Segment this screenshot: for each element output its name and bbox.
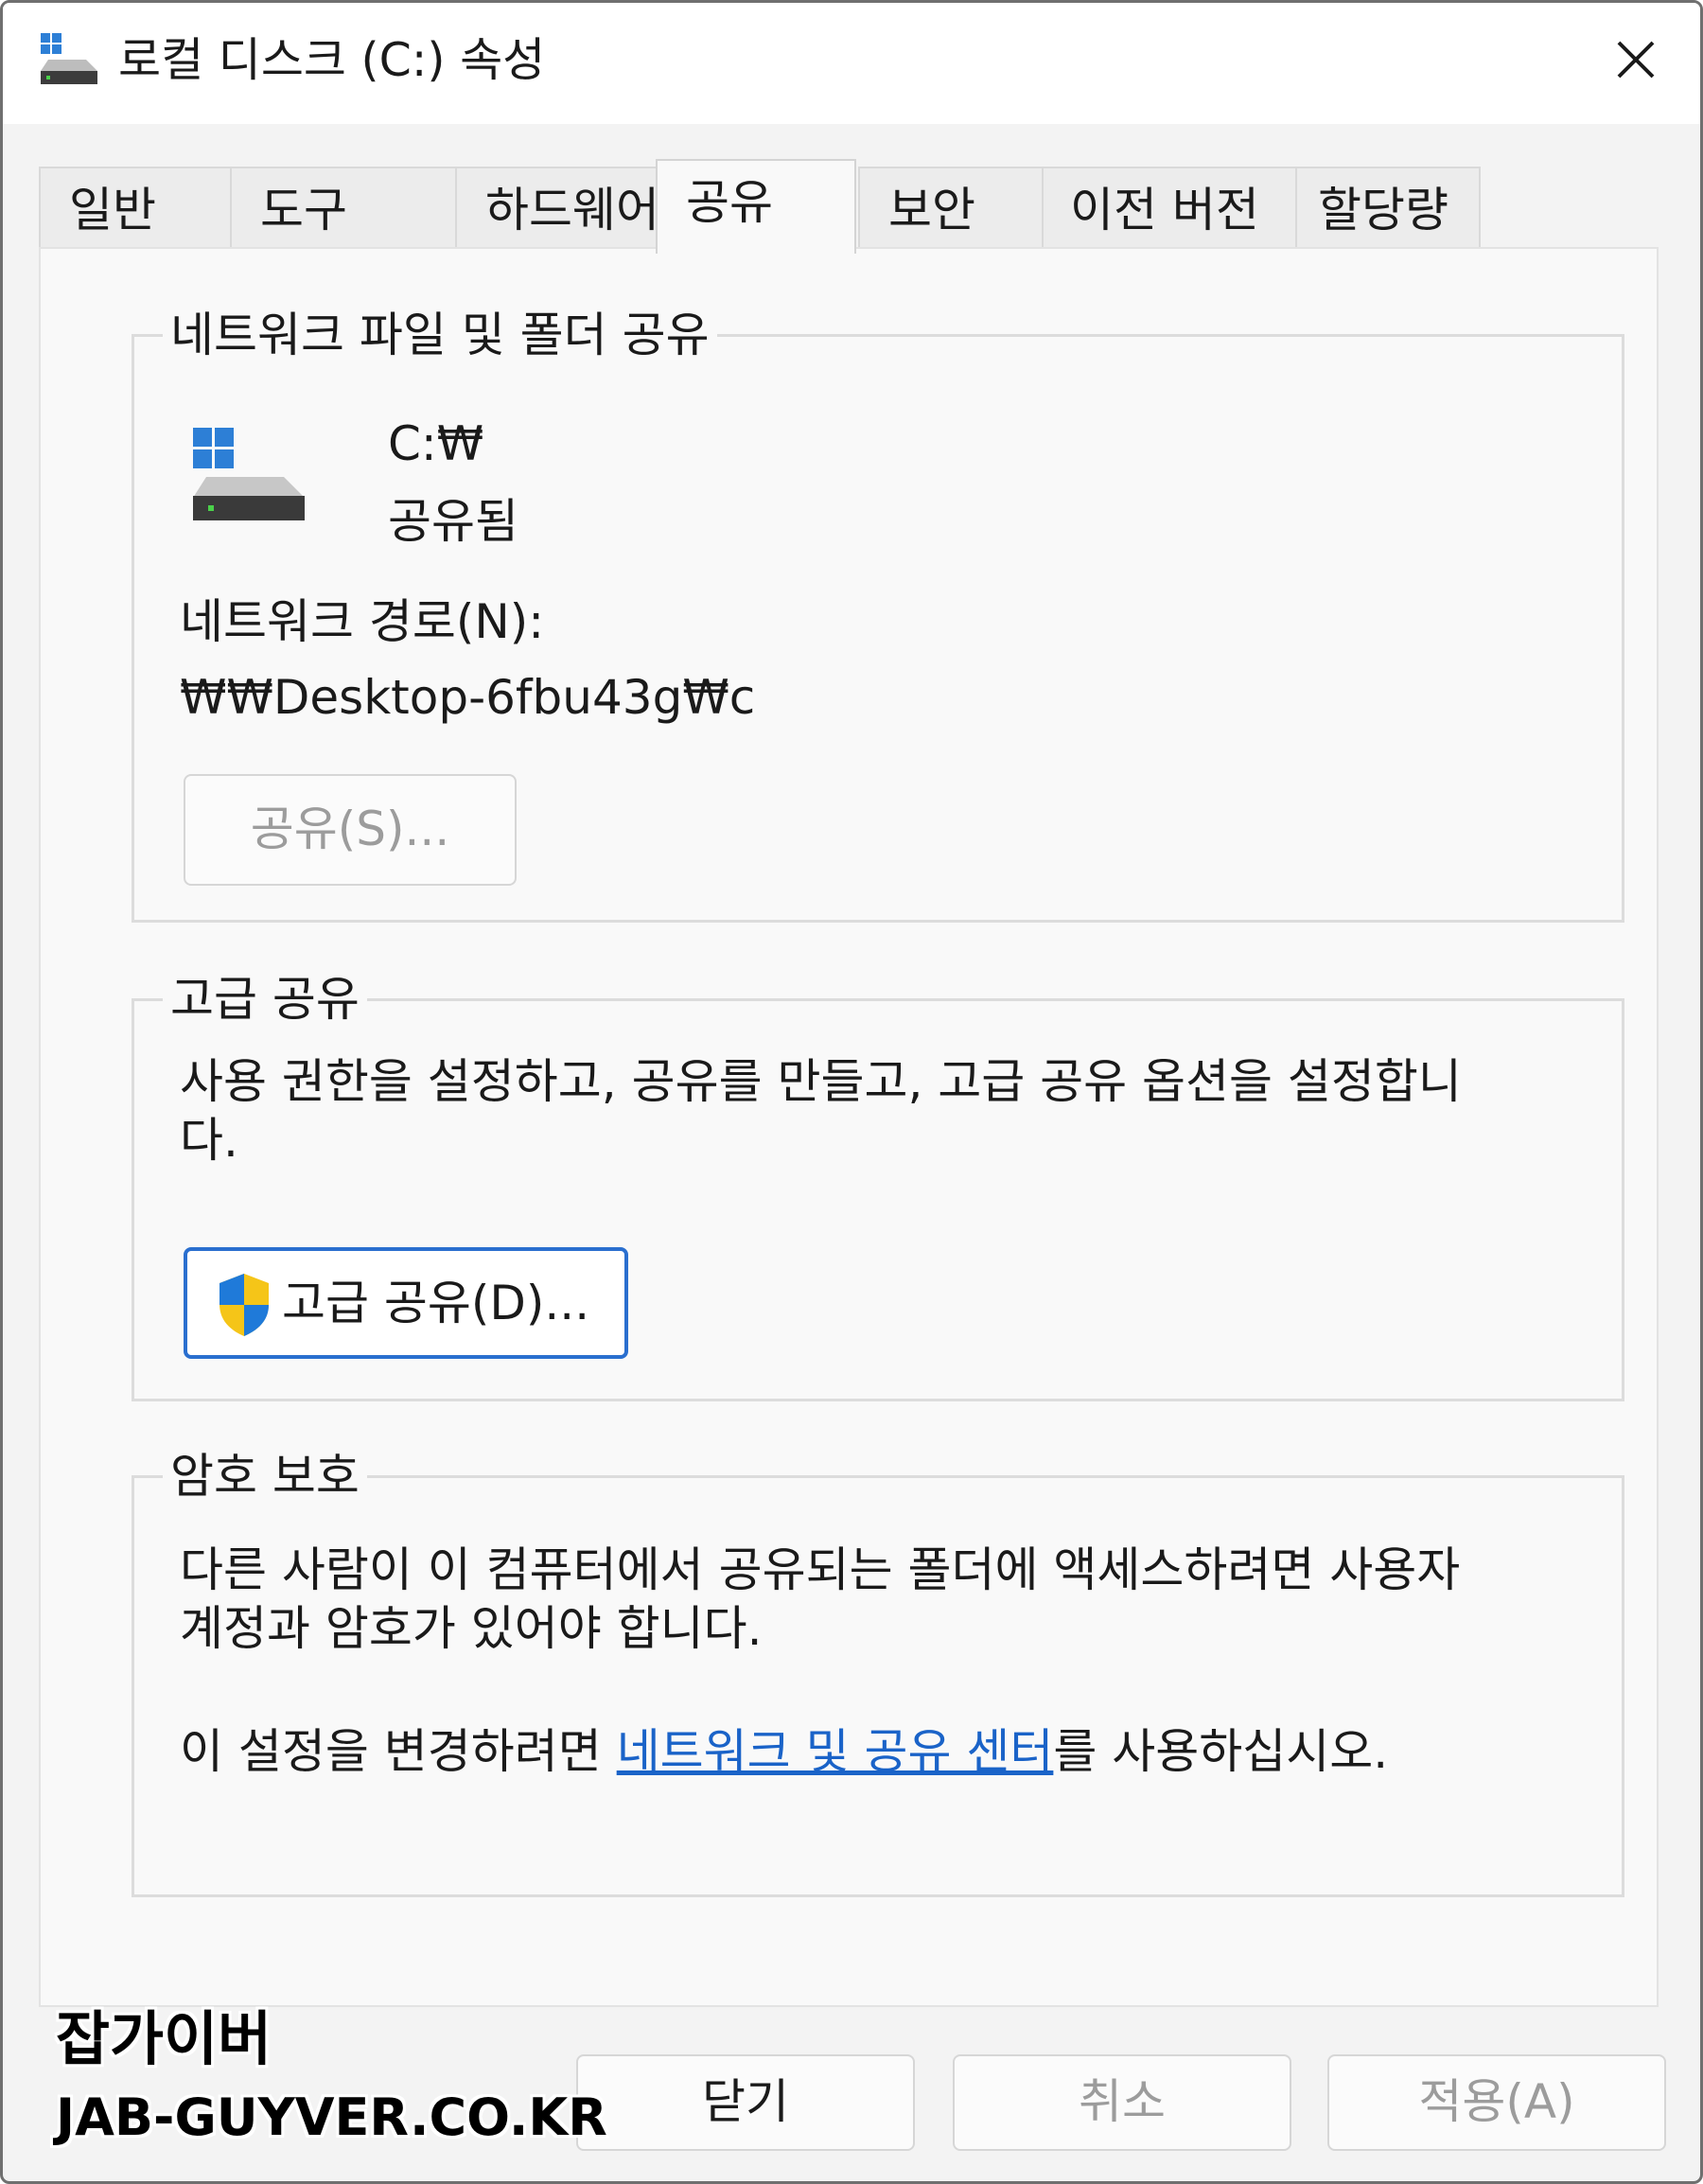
- advanced-sharing-description-line1: 사용 권한을 설정하고, 공유를 만들고, 고급 공유 옵션을 설정합니: [180, 1054, 1462, 1109]
- tab-hardware[interactable]: 하드웨어: [455, 167, 688, 254]
- uac-shield-icon: [219, 1274, 269, 1336]
- cancel-button[interactable]: 취소: [953, 2054, 1291, 2151]
- properties-window: 로컬 디스크 (C:) 속성 일반 도구 하드웨어 공유 보안 이전 버전 할당…: [0, 0, 1703, 2184]
- advanced-sharing-group: 고급 공유 사용 권한을 설정하고, 공유를 만들고, 고급 공유 옵션을 설정…: [132, 973, 1624, 1401]
- tab-quota[interactable]: 할당량: [1295, 167, 1481, 254]
- tab-general[interactable]: 일반: [39, 167, 232, 254]
- close-icon[interactable]: [1600, 24, 1672, 96]
- password-protection-group: 암호 보호 다른 사람이 이 컴퓨터에서 공유되는 폴더에 액세스하려면 사용자…: [132, 1450, 1624, 1897]
- network-sharing-center-link[interactable]: 네트워크 및 공유 센터: [617, 1724, 1054, 1779]
- tab-security[interactable]: 보안: [858, 167, 1044, 254]
- advanced-sharing-description-line2: 다.: [180, 1113, 238, 1168]
- change-setting-text: 이 설정을 변경하려면 네트워크 및 공유 센터를 사용하십시오.: [180, 1722, 1388, 1781]
- window-title: 로컬 디스크 (C:) 속성: [118, 33, 546, 87]
- tab-previous-versions[interactable]: 이전 버전: [1042, 167, 1297, 254]
- change-setting-prefix: 이 설정을 변경하려면: [180, 1724, 617, 1779]
- share-button[interactable]: 공유(S)...: [184, 774, 517, 886]
- advanced-sharing-legend: 고급 공유: [163, 973, 367, 1026]
- share-status: 공유됨: [388, 494, 518, 549]
- title-bar: 로컬 디스크 (C:) 속성: [3, 3, 1700, 124]
- change-setting-suffix: 를 사용하십시오.: [1053, 1724, 1389, 1779]
- password-protection-legend: 암호 보호: [163, 1450, 367, 1503]
- network-path-label: 네트워크 경로(N):: [180, 594, 545, 649]
- password-description-line1: 다른 사람이 이 컴퓨터에서 공유되는 폴더에 액세스하려면 사용자: [180, 1542, 1461, 1597]
- tab-strip: 일반 도구 하드웨어 공유 보안 이전 버전 할당량: [39, 159, 1486, 254]
- shared-drive-icon: [193, 428, 305, 520]
- network-path-value: ₩₩Desktop-6fbu43g₩c: [180, 670, 756, 725]
- network-sharing-group: 네트워크 파일 및 폴더 공유 C:₩ 공유됨 네트워크 경로(N): ₩₩De…: [132, 308, 1624, 923]
- drive-name: C:₩: [388, 416, 484, 471]
- password-description-line2: 계정과 암호가 있어야 합니다.: [180, 1601, 763, 1656]
- tab-sharing[interactable]: 공유: [656, 159, 856, 254]
- watermark-site: JAB-GUYVER.CO.KR: [56, 2087, 607, 2147]
- watermark-name: 잡가이버: [56, 2004, 272, 2073]
- advanced-sharing-button-label: 고급 공유(D)...: [282, 1276, 590, 1330]
- close-button[interactable]: 닫기: [576, 2054, 915, 2151]
- drive-icon: [41, 33, 97, 84]
- apply-button[interactable]: 적용(A): [1327, 2054, 1666, 2151]
- tab-tools[interactable]: 도구: [230, 167, 457, 254]
- tab-panel: 네트워크 파일 및 폴더 공유 C:₩ 공유됨 네트워크 경로(N): ₩₩De…: [39, 247, 1659, 2007]
- network-sharing-legend: 네트워크 파일 및 폴더 공유: [163, 308, 717, 361]
- advanced-sharing-button[interactable]: 고급 공유(D)...: [184, 1247, 628, 1359]
